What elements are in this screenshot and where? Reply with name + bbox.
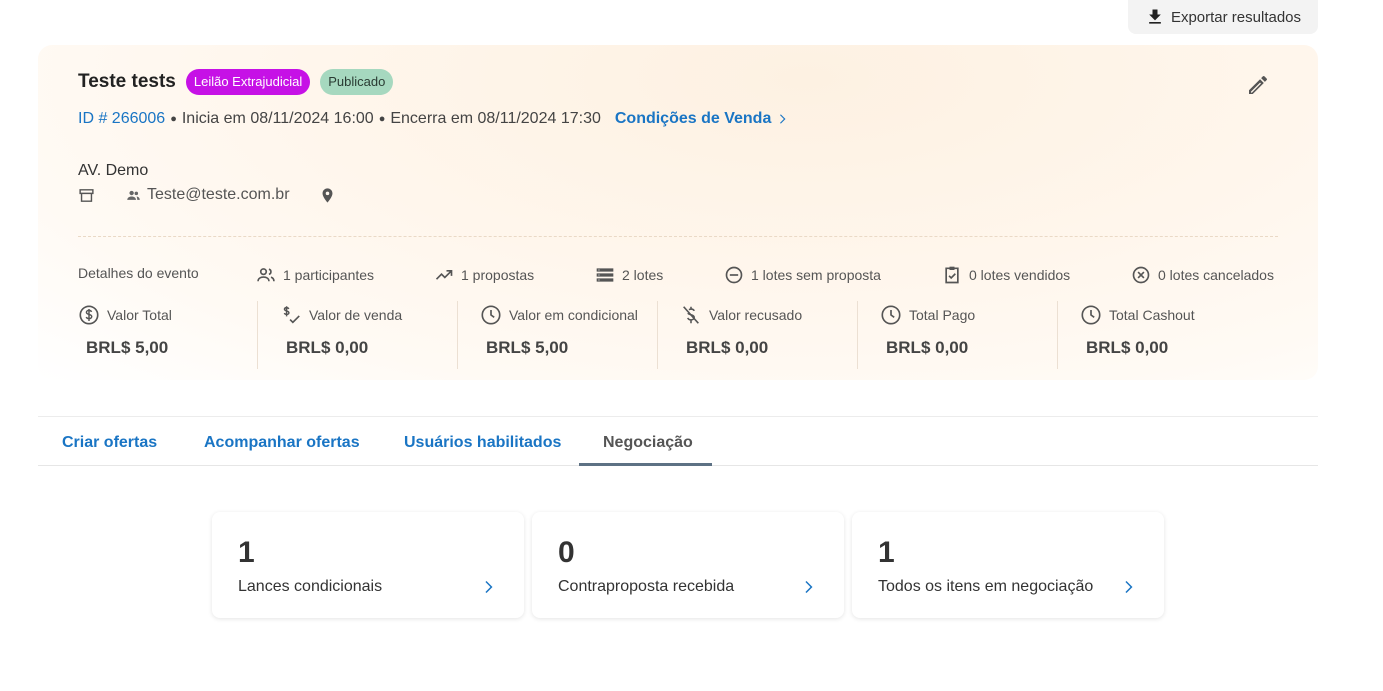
value-amount: BRL$ 0,00	[1086, 338, 1169, 357]
lots-no-proposal-stat: 1 lotes sem proposta	[724, 265, 881, 285]
event-id: ID # 266006	[78, 110, 166, 127]
clipboard-check-icon	[945, 266, 959, 284]
clock-icon	[881, 305, 901, 325]
event-details-title: Detalhes do evento	[78, 265, 199, 281]
lots-no-proposal-count: 1 lotes sem proposta	[751, 267, 881, 283]
trending-up-icon	[435, 270, 453, 280]
event-type-badge: Leilão Extrajudicial	[185, 69, 311, 95]
active-tab-indicator	[579, 463, 712, 466]
negotiation-card-conditional-bids[interactable]: 1 Lances condicionais	[212, 512, 524, 618]
negotiation-label: Lances condicionais	[238, 578, 383, 595]
event-meta-row: ID # 266006 ● Inicia em 08/11/2024 16:00…	[78, 110, 789, 128]
value-amount: BRL$ 0,00	[886, 338, 969, 357]
chevron-right-icon	[485, 581, 493, 593]
value-label: Total Cashout	[1109, 307, 1195, 323]
negotiation-count: 1	[238, 536, 255, 569]
tab-acompanhar-ofertas[interactable]: Acompanhar ofertas	[204, 434, 360, 452]
negotiation-count: 0	[558, 536, 575, 569]
value-amount: BRL$ 5,00	[486, 338, 569, 357]
section-divider	[78, 236, 1278, 237]
lots-count: 2 lotes	[622, 267, 664, 283]
event-summary-card: Teste tests Leilão Extrajudicial Publica…	[38, 45, 1318, 380]
lots-sold-count: 0 lotes vendidos	[969, 267, 1071, 283]
bullet-separator: ●	[378, 113, 386, 125]
values-row: Valor Total BRL$ 5,00 Valor de venda BRL…	[78, 301, 1278, 369]
value-label: Total Pago	[909, 307, 976, 323]
negotiation-label: Todos os itens em negociação	[878, 578, 1094, 595]
event-title-row: Teste tests Leilão Extrajudicial Publica…	[78, 69, 394, 95]
people-icon	[127, 190, 140, 200]
archive-icon	[79, 188, 94, 202]
participants-count: 1 participantes	[283, 267, 375, 283]
tab-negociacao[interactable]: Negociação	[603, 434, 693, 452]
event-title: Teste tests	[78, 71, 176, 92]
download-icon	[1149, 9, 1161, 24]
chevron-right-icon	[1125, 581, 1133, 593]
value-amount: BRL$ 0,00	[686, 338, 769, 357]
lots-cancelled-count: 0 lotes cancelados	[1158, 267, 1274, 283]
participants-icon	[257, 268, 275, 282]
value-label: Valor em condicional	[509, 307, 638, 323]
tab-usuarios-habilitados[interactable]: Usuários habilitados	[404, 434, 561, 452]
clock-icon	[481, 305, 501, 325]
export-results-button[interactable]: Exportar resultados	[1128, 0, 1318, 34]
proposals-stat: 1 propostas	[434, 265, 534, 285]
pencil-icon[interactable]	[1246, 73, 1270, 97]
list-icon	[596, 268, 614, 282]
value-label: Valor recusado	[709, 307, 803, 323]
value-cashout: Total Cashout BRL$ 0,00	[1057, 301, 1257, 369]
value-total-header: Valor Total	[78, 304, 172, 326]
minus-circle-icon	[725, 266, 743, 284]
value-amount: BRL$ 5,00	[86, 338, 169, 357]
organization-name: AV. Demo	[78, 162, 149, 179]
value-cashout-header: Total Cashout	[1080, 304, 1195, 326]
value-amount: BRL$ 0,00	[286, 338, 369, 357]
proposals-count: 1 propostas	[461, 267, 535, 283]
lots-cancelled-stat: 0 lotes cancelados	[1131, 265, 1274, 285]
chevron-right-icon	[805, 581, 813, 593]
event-stats-row: Detalhes do evento 1 participantes 1 pro…	[78, 265, 1278, 285]
value-paid-header: Total Pago	[880, 304, 975, 326]
negotiation-card-all-items[interactable]: 1 Todos os itens em negociação	[852, 512, 1164, 618]
value-sale: Valor de venda BRL$ 0,00	[257, 301, 457, 369]
lots-sold-stat: 0 lotes vendidos	[942, 265, 1070, 285]
chevron-right-icon	[780, 114, 786, 124]
conditions-of-sale-label: Condições de Venda	[614, 110, 772, 127]
dollar-circle-icon	[79, 305, 99, 325]
tab-bar: Criar ofertas Acompanhar ofertas Usuário…	[38, 416, 1318, 466]
negotiation-label: Contraproposta recebida	[558, 578, 735, 595]
export-results-label: Exportar resultados	[1170, 8, 1302, 26]
clock-icon	[1081, 305, 1101, 325]
participants-stat: 1 participantes	[256, 265, 374, 285]
negotiation-card-counterproposal[interactable]: 0 Contraproposta recebida	[532, 512, 844, 618]
event-end: Encerra em 08/11/2024 17:30	[390, 110, 601, 127]
value-label: Valor de venda	[309, 307, 403, 323]
value-conditional-header: Valor em condicional	[480, 304, 638, 326]
x-circle-icon	[1132, 266, 1150, 284]
conditions-of-sale-link[interactable]: Condições de Venda	[615, 110, 789, 128]
bullet-separator: ●	[170, 113, 177, 125]
value-refused-header: Valor recusado	[680, 304, 802, 326]
status-badge: Publicado	[320, 69, 394, 95]
value-refused: Valor recusado BRL$ 0,00	[657, 301, 857, 369]
price-check-icon	[283, 306, 300, 324]
event-start: Inicia em 08/11/2024 16:00	[181, 110, 374, 127]
organization-details: Teste@teste.com.br	[78, 186, 336, 204]
event-details-label: Detalhes do evento	[78, 265, 199, 281]
value-conditional: Valor em condicional BRL$ 5,00	[457, 301, 657, 369]
value-label: Valor Total	[107, 307, 172, 323]
value-total: Valor Total BRL$ 5,00	[78, 301, 278, 369]
negotiation-count: 1	[878, 536, 895, 569]
lots-stat: 2 lotes	[595, 265, 663, 285]
value-paid: Total Pago BRL$ 0,00	[857, 301, 1057, 369]
contact-email: Teste@teste.com.br	[147, 186, 290, 203]
location-pin-icon[interactable]	[319, 187, 336, 204]
value-sale-header: Valor de venda	[280, 304, 402, 326]
money-off-icon	[683, 306, 699, 324]
tab-criar-ofertas[interactable]: Criar ofertas	[62, 434, 157, 452]
